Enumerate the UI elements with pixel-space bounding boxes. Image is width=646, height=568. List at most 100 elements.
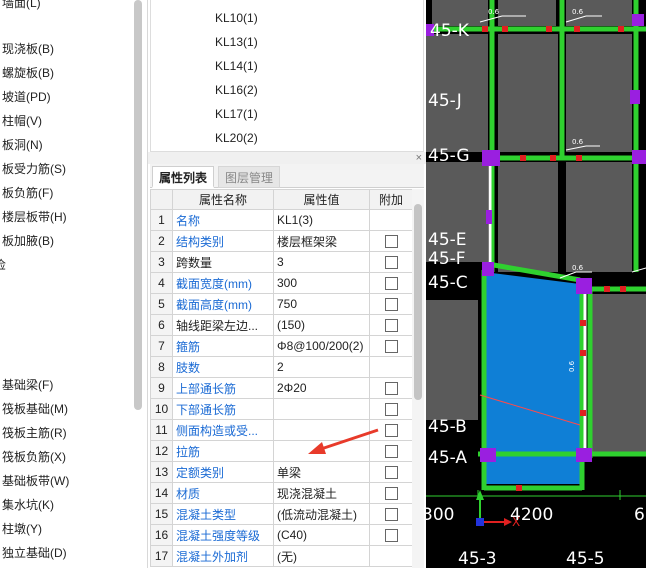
table-row[interactable]: 8 肢数 2 — [150, 356, 412, 378]
table-row[interactable]: 13 定额类别 单梁 — [150, 461, 412, 483]
property-value[interactable]: 3 — [273, 251, 370, 273]
tree-item-slab-hole[interactable]: 板洞(N) — [2, 136, 43, 153]
tree-scrollbar[interactable] — [134, 0, 142, 410]
tree-item-foundation-beam[interactable]: 基础梁(F) — [2, 376, 53, 393]
component-tree-panel: 墙面(L) 现浇板(B) 螺旋板(B) 坡道(PD) 柱帽(V) 板洞(N) 板… — [0, 0, 148, 568]
tree-item-column-pier[interactable]: 柱墩(Y) — [2, 520, 42, 537]
property-name: 混凝土强度等级 — [172, 524, 274, 546]
property-value[interactable]: 2Φ20 — [273, 377, 370, 399]
tree-item-floor-slab-band[interactable]: 楼层板带(H) — [2, 208, 67, 225]
extra-cell — [369, 314, 412, 336]
extra-cell — [369, 482, 412, 504]
property-value[interactable]: 现浇混凝土 — [273, 482, 370, 504]
property-value[interactable]: 楼层框架梁 — [273, 230, 370, 252]
list-item[interactable]: KL13(1) — [215, 35, 258, 49]
property-name: 材质 — [172, 482, 274, 504]
tree-item-slab-neg-rebar[interactable]: 板负筋(F) — [2, 184, 53, 201]
tree-item-raft-neg-rebar[interactable]: 筏板负筋(X) — [2, 448, 66, 465]
property-value[interactable] — [273, 398, 370, 420]
extra-checkbox[interactable] — [384, 382, 398, 396]
table-row[interactable]: 4 截面宽度(mm) 300 — [150, 272, 412, 294]
table-row[interactable]: 16 混凝土强度等级 (C40) — [150, 524, 412, 546]
axis-label: 45-F — [428, 249, 466, 269]
tree-item-slab-haunch[interactable]: 板加腋(B) — [2, 232, 54, 249]
extra-checkbox[interactable] — [384, 235, 398, 249]
tab-layers[interactable]: 图层管理 — [218, 166, 281, 188]
row-index: 6 — [150, 314, 173, 336]
property-name: 跨数量 — [172, 251, 274, 273]
panel-splitter[interactable] — [148, 152, 426, 164]
property-name: 混凝土类型 — [172, 503, 274, 525]
property-value[interactable]: 750 — [273, 293, 370, 315]
tree-item-raft-foundation[interactable]: 筏板基础(M) — [2, 400, 68, 417]
tree-item-raft-main-rebar[interactable]: 筏板主筋(R) — [2, 424, 67, 441]
extra-checkbox[interactable] — [384, 319, 398, 333]
table-row[interactable]: 6 轴线距梁左边... (150) — [150, 314, 412, 336]
grid-scrollbar-thumb[interactable] — [414, 204, 422, 400]
close-icon[interactable]: × — [416, 153, 422, 164]
table-row[interactable]: 15 混凝土类型 (低流动混凝土) — [150, 503, 412, 525]
property-value[interactable]: 单梁 — [273, 461, 370, 483]
extra-checkbox[interactable] — [384, 466, 398, 480]
axis-label: 45-C — [428, 273, 468, 293]
property-value[interactable]: 2 — [273, 356, 370, 378]
tree-item-foundation-band[interactable]: 基础板带(W) — [2, 472, 69, 489]
extra-cell — [369, 293, 412, 315]
extra-cell — [369, 251, 412, 273]
table-row[interactable]: 7 箍筋 Φ8@100/200(2) — [150, 335, 412, 357]
table-row[interactable]: 17 混凝土外加剂 (无) — [150, 545, 412, 567]
tree-item-isolated-footing[interactable]: 独立基础(D) — [2, 544, 67, 561]
property-value[interactable]: (无) — [273, 545, 370, 567]
tree-item-sump-pit[interactable]: 集水坑(K) — [2, 496, 54, 513]
property-value[interactable]: (150) — [273, 314, 370, 336]
table-row[interactable]: 1 名称 KL1(3) — [150, 209, 412, 231]
property-value[interactable]: KL1(3) — [273, 209, 370, 231]
list-item[interactable]: KL17(1) — [215, 107, 258, 121]
list-item[interactable]: KL20(2) — [215, 131, 258, 145]
property-value[interactable]: 300 — [273, 272, 370, 294]
tree-item-slab-main-rebar[interactable]: 板受力筋(S) — [2, 160, 66, 177]
property-value[interactable]: Φ8@100/200(2) — [273, 335, 370, 357]
extra-checkbox[interactable] — [384, 403, 398, 417]
dimension-label: 300 — [426, 505, 455, 525]
property-name: 侧面构造或受... — [172, 419, 274, 441]
extra-checkbox[interactable] — [384, 256, 398, 270]
tree-item-ramp[interactable]: 坡道(PD) — [2, 88, 51, 105]
extra-checkbox[interactable] — [384, 340, 398, 354]
tab-properties[interactable]: 属性列表 — [152, 166, 215, 188]
tree-item-column-cap[interactable]: 柱帽(V) — [2, 112, 42, 129]
extra-cell — [369, 503, 412, 525]
property-value[interactable]: (C40) — [273, 524, 370, 546]
property-name: 箍筋 — [172, 335, 274, 357]
cad-drawing-canvas[interactable]: 0.6 0.6 0.6 0.6 0.6 X 45-K 45-J 45-G 45-… — [426, 0, 646, 568]
table-row[interactable]: 2 结构类别 楼层框架梁 — [150, 230, 412, 252]
slab — [566, 34, 632, 152]
axis-label: 45-J — [428, 91, 462, 111]
extra-cell — [369, 524, 412, 546]
extra-checkbox[interactable] — [384, 277, 398, 291]
property-value[interactable]: (低流动混凝土) — [273, 503, 370, 525]
extra-checkbox[interactable] — [384, 298, 398, 312]
list-item[interactable]: KL14(1) — [215, 59, 258, 73]
row-index: 3 — [150, 251, 173, 273]
list-item[interactable]: KL16(2) — [215, 83, 258, 97]
list-item[interactable]: KL10(1) — [215, 11, 258, 25]
grid-header-name: 属性名称 — [172, 189, 274, 210]
tree-item[interactable]: 墙面(L) — [2, 0, 41, 11]
grid-header-row: 属性名称 属性值 附加 — [150, 189, 412, 210]
extra-checkbox[interactable] — [384, 508, 398, 522]
table-row[interactable]: 5 截面高度(mm) 750 — [150, 293, 412, 315]
extra-cell — [369, 545, 412, 567]
tree-item-spiral-slab[interactable]: 螺旋板(B) — [2, 64, 54, 81]
dimension-label: 6 — [634, 505, 645, 525]
table-row[interactable]: 9 上部通长筋 2Φ20 — [150, 377, 412, 399]
tree-item[interactable]: 俭 — [0, 256, 6, 273]
slab — [566, 162, 632, 272]
table-row[interactable]: 14 材质 现浇混凝土 — [150, 482, 412, 504]
extra-cell — [369, 356, 412, 378]
table-row[interactable]: 10 下部通长筋 — [150, 398, 412, 420]
tree-item-cast-slab[interactable]: 现浇板(B) — [2, 40, 54, 57]
extra-checkbox[interactable] — [384, 529, 398, 543]
table-row[interactable]: 3 跨数量 3 — [150, 251, 412, 273]
extra-checkbox[interactable] — [384, 487, 398, 501]
